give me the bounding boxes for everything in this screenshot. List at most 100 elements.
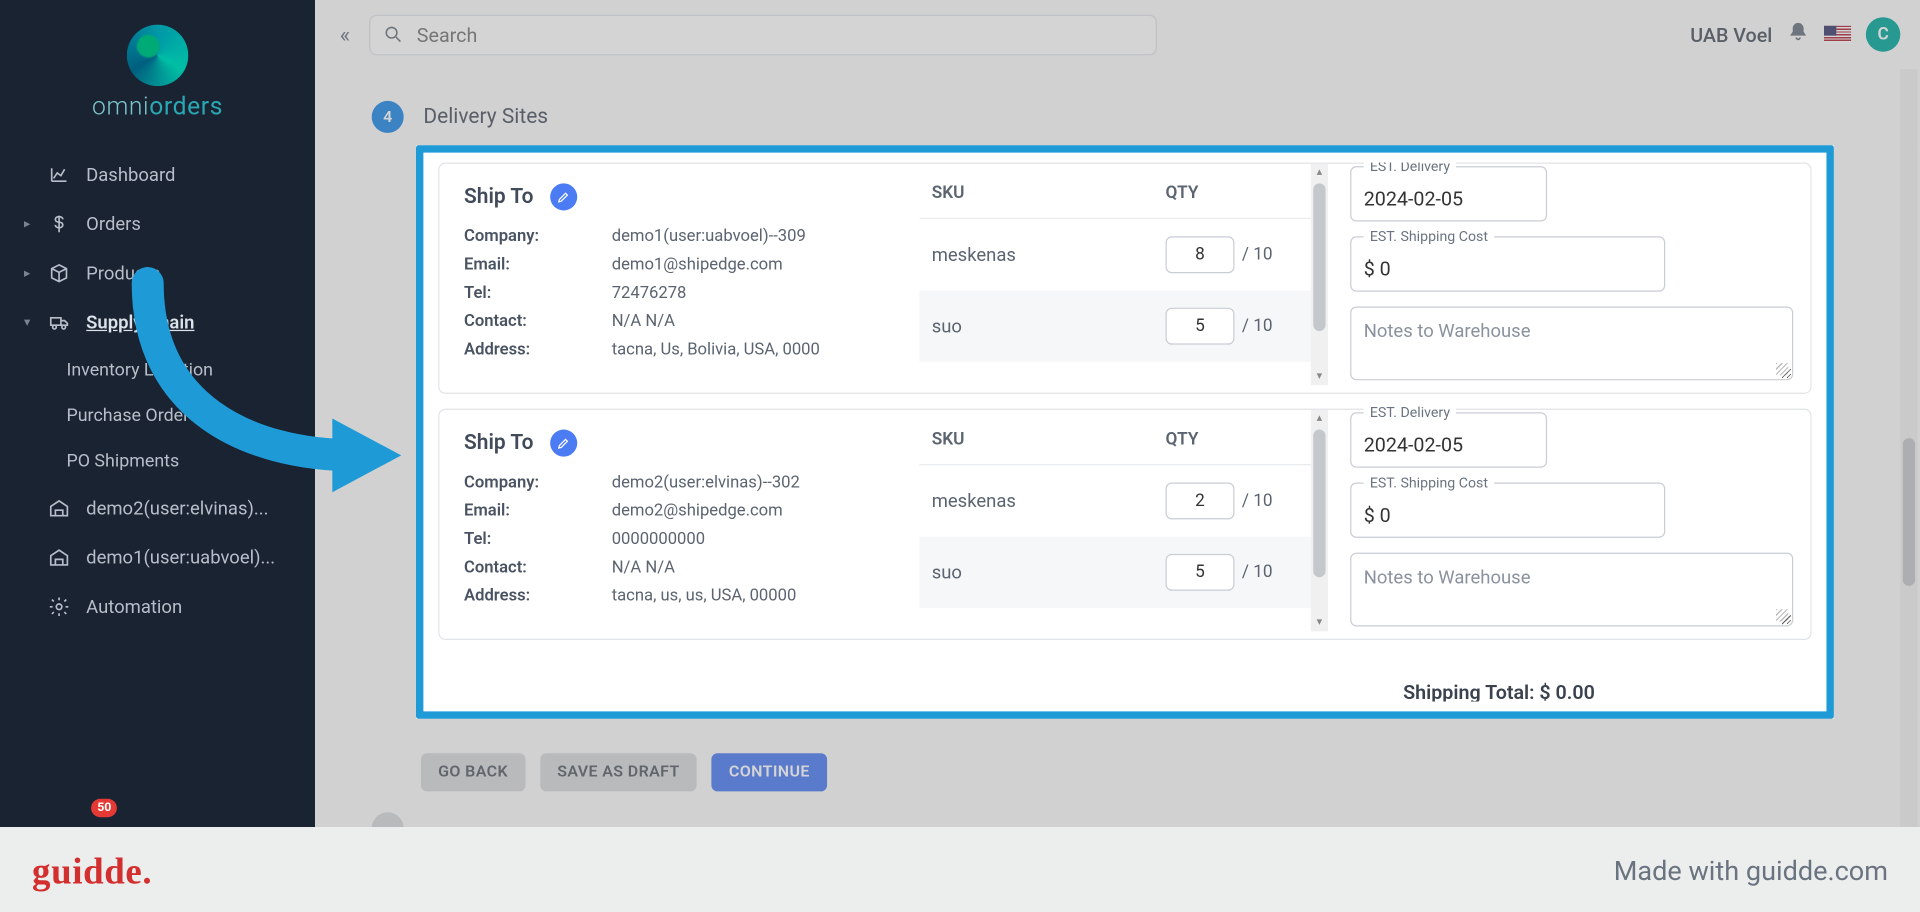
sku-row: suo / 10 [919,537,1328,608]
est-delivery-field[interactable]: EST. Delivery 2024-02-05 [1350,166,1547,221]
qty-input[interactable] [1166,482,1235,519]
nav-dashboard[interactable]: Dashboard [0,150,315,199]
sku-scrollbar[interactable]: ▴▾ [1311,164,1328,386]
delivery-site-card: Ship To Company:demo2(user:elvinas)--302… [438,409,1812,640]
made-with-text: Made with guidde.com [1614,857,1888,888]
nav-products[interactable]: ▸ Products [0,249,315,298]
sku-name: meskenas [932,490,1166,512]
truck-icon [47,310,72,335]
resize-grip-icon[interactable] [1776,363,1788,375]
qty-input[interactable] [1166,554,1235,591]
label-email: Email: [464,497,612,525]
company-name: UAB Voel [1690,23,1772,46]
label-email: Email: [464,251,612,279]
save-draft-button[interactable]: SAVE AS DRAFT [540,753,697,791]
col-sku: SKU [932,430,1166,450]
label-tel: Tel: [464,525,612,553]
search-input[interactable] [417,23,1144,46]
delivery-site-card: Ship To Company:demo1(user:uabvoel)--309… [438,162,1812,393]
resize-grip-icon[interactable] [1776,609,1788,621]
label-address: Address: [464,336,612,364]
gear-icon [47,594,72,619]
field-value: $ 0 [1364,503,1391,526]
nav-label: Purchase Orders [66,405,292,426]
go-back-button[interactable]: GO BACK [421,753,525,791]
shipto-title: Ship To [464,431,533,456]
sidebar: omniorders Dashboard ▸ Orders ▸ Products… [0,0,315,827]
notes-textarea[interactable]: Notes to Warehouse [1350,553,1793,627]
nav-label: Inventory Location [66,359,292,380]
step-header: 4 Delivery Sites [372,101,548,133]
qty-input[interactable] [1166,236,1235,273]
main-content: 4 Delivery Sites Ship To Company: demo1(u… [315,69,1920,827]
label-address: Address: [464,582,612,610]
nav-label: demo1(user:uabvoel)... [86,546,293,568]
sku-name: suo [932,315,1166,337]
warehouse-icon [47,545,72,570]
value-tel: 0000000000 [612,525,705,553]
value-email: demo2@shipedge.com [612,497,783,525]
field-legend: EST. Delivery [1364,404,1457,421]
sku-name: suo [932,561,1166,583]
col-sku: SKU [932,183,1166,203]
edit-shipto-button[interactable] [551,183,578,210]
nav-inventory-location[interactable]: Inventory Location [0,347,315,393]
sku-row: suo / 10 [919,290,1328,361]
chevron-right-icon: ▸ [22,217,32,231]
nav-po-shipments[interactable]: PO Shipments [0,438,315,484]
notes-textarea[interactable]: Notes to Warehouse [1350,306,1793,380]
nav-purchase-orders[interactable]: Purchase Orders [0,393,315,439]
value-company: demo1(user:uabvoel)--309 [612,223,806,251]
nav-label: Supply Chain [86,311,293,333]
est-shipping-cost-field[interactable]: EST. Shipping Cost $ 0 [1350,236,1665,291]
footer: guidde. Made with guidde.com [0,827,1920,912]
nav-orders[interactable]: ▸ Orders [0,199,315,248]
guidde-logo: guidde. [32,851,152,893]
field-legend: EST. Delivery [1364,162,1457,174]
value-tel: 72476278 [612,279,687,307]
sku-table-header: SKU QTY [919,169,1328,219]
label-contact: Contact: [464,554,612,582]
notes-placeholder: Notes to Warehouse [1364,320,1531,342]
label-tel: Tel: [464,279,612,307]
edit-shipto-button[interactable] [551,430,578,457]
nav-label: PO Shipments [66,450,292,471]
search-box[interactable] [370,14,1158,55]
flag-us-icon[interactable] [1824,26,1851,43]
field-legend: EST. Shipping Cost [1364,228,1494,245]
collapse-sidebar-button[interactable]: « [335,17,355,53]
value-contact: N/A N/A [612,554,675,582]
field-value: 2024-02-05 [1364,433,1463,456]
value-address: tacna, us, us, USA, 00000 [612,582,797,610]
step-number-badge: 4 [372,101,404,133]
logo-text: omniorders [0,91,315,121]
logo-swirl-icon [127,25,189,87]
continue-button[interactable]: CONTINUE [712,753,827,791]
nav-label: Automation [86,596,293,618]
nav-supply-chain[interactable]: ▾ Supply Chain [0,298,315,347]
topbar: « UAB Voel C [315,0,1920,69]
app-logo: omniorders [0,0,315,133]
label-company: Company: [464,469,612,497]
value-email: demo1@shipedge.com [612,251,783,279]
bell-icon[interactable] [1787,20,1809,48]
sku-name: meskenas [932,244,1166,266]
sku-row: meskenas / 10 [919,465,1328,536]
nav-label: Dashboard [86,164,293,186]
nav-label: Products [86,262,293,284]
sidebar-nav: Dashboard ▸ Orders ▸ Products ▾ Supply C… [0,133,315,631]
main-scrollbar[interactable] [1900,69,1917,827]
user-avatar[interactable]: C [1866,17,1900,51]
sku-scrollbar[interactable]: ▴▾ [1311,410,1328,632]
highlighted-panel: Ship To Company: demo1(user:uabvoel)--309… [416,145,1834,719]
qty-input[interactable] [1166,308,1235,345]
search-icon [383,23,404,45]
value-company: demo2(user:elvinas)--302 [612,469,800,497]
nav-warehouse-demo1[interactable]: demo1(user:uabvoel)... [0,533,315,582]
nav-warehouse-demo2[interactable]: demo2(user:elvinas)... [0,484,315,533]
est-shipping-cost-field[interactable]: EST. Shipping Cost $ 0 [1350,482,1665,537]
qty-max: / 10 [1242,562,1273,582]
next-step-indicator [372,812,404,827]
nav-automation[interactable]: Automation [0,582,315,631]
est-delivery-field[interactable]: EST. Delivery 2024-02-05 [1350,412,1547,467]
